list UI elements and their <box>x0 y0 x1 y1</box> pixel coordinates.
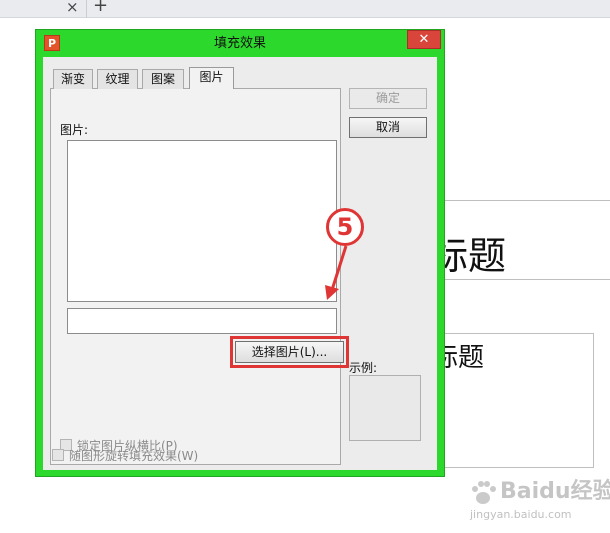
annotation-arrow <box>325 245 348 300</box>
watermark-url: jingyan.baidu.com <box>470 508 572 521</box>
paw-logo-icon <box>472 481 496 504</box>
watermark-text: Baidu经验 <box>500 479 610 504</box>
baidu-jingyan-watermark: Baidu经验 jingyan.baidu.com <box>468 476 610 526</box>
